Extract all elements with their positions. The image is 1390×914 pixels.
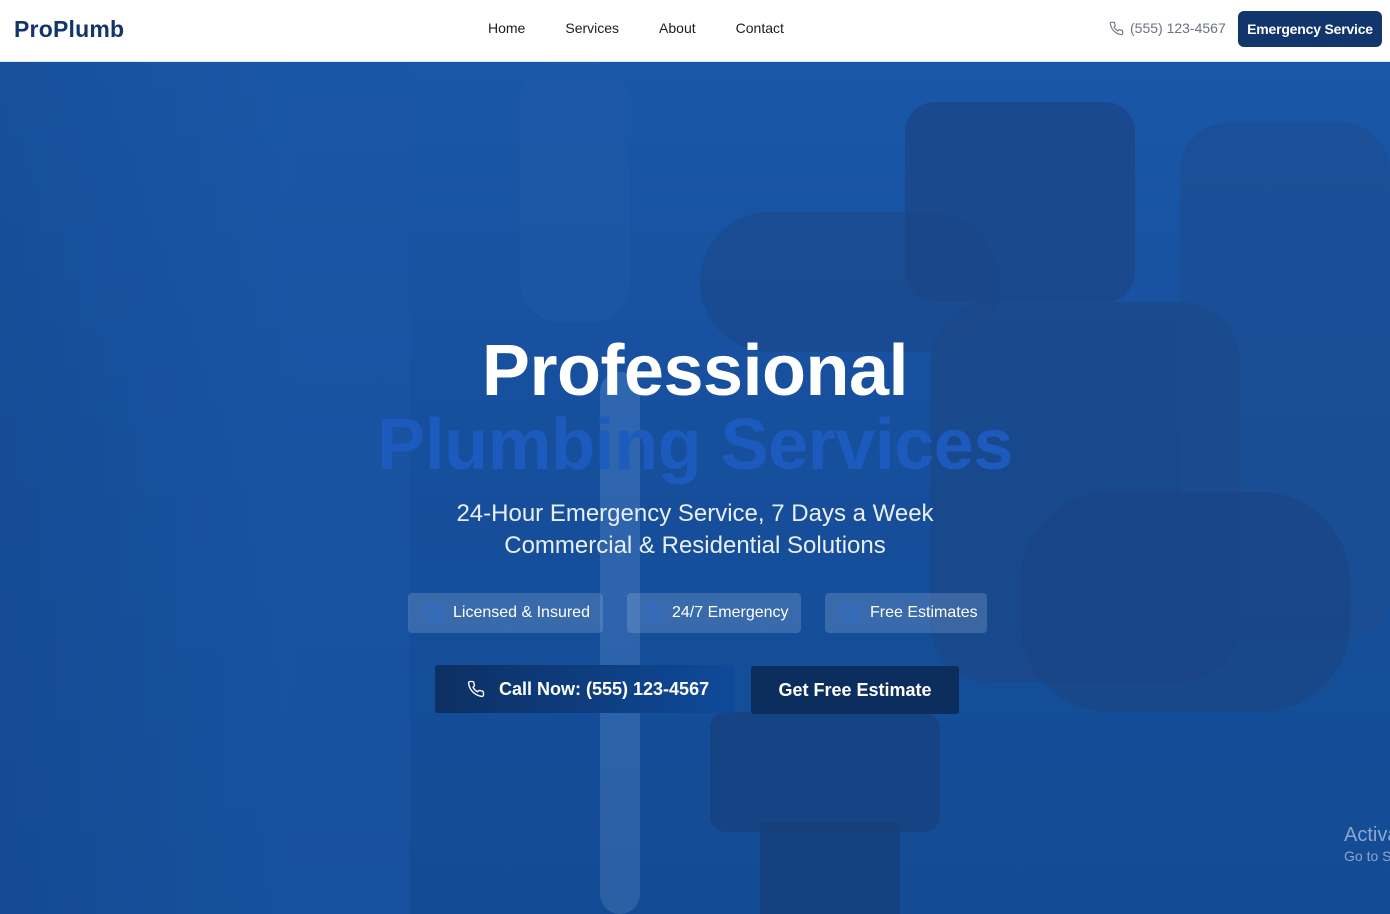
hero-subtitle-secondary: Commercial & Residential Solutions (504, 532, 886, 559)
call-now-button[interactable]: Call Now: (555) 123-4567 (435, 665, 735, 713)
site-header: ProPlumb Home Services About Contact (55… (0, 0, 1390, 62)
phone-icon (1109, 21, 1124, 35)
phone-icon (467, 680, 485, 698)
badge-licensed: Licensed & Insured (408, 593, 603, 633)
emergency-service-button[interactable]: Emergency Service (1238, 11, 1382, 47)
clock-icon (642, 603, 662, 623)
logo[interactable]: ProPlumb (14, 16, 124, 43)
hero-title: Professional (481, 331, 909, 411)
nav-services[interactable]: Services (565, 20, 619, 36)
nav-home[interactable]: Home (488, 20, 525, 36)
hero-title-highlight: Plumbing Services (377, 405, 1013, 485)
badge-emergency-label: 24/7 Emergency (672, 604, 789, 621)
check-circle-icon (423, 603, 443, 623)
nav-contact[interactable]: Contact (736, 20, 784, 36)
main-nav: Home Services About Contact (488, 20, 784, 36)
get-free-estimate-button[interactable]: Get Free Estimate (751, 666, 959, 714)
activate-windows-watermark: Activate Windows Go to Settings to activ… (1344, 822, 1390, 882)
call-now-label: Call Now: (555) 123-4567 (499, 678, 710, 699)
badge-estimates-label: Free Estimates (870, 604, 978, 621)
hero-subtitle: 24-Hour Emergency Service, 7 Days a Week (456, 500, 934, 527)
badge-emergency: 24/7 Emergency (627, 593, 801, 633)
hero-section: Professional Plumbing Services 24-Hour E… (0, 62, 1390, 914)
check-circle-icon (840, 603, 860, 623)
nav-about[interactable]: About (659, 20, 696, 36)
activate-windows-hint: Go to Settings to activate Windows. (1344, 848, 1390, 864)
badge-estimates: Free Estimates (825, 593, 987, 633)
header-phone-number: (555) 123-4567 (1130, 20, 1226, 36)
header-phone[interactable]: (555) 123-4567 (1109, 20, 1226, 36)
activate-windows-title: Activate Windows (1344, 824, 1390, 846)
badge-licensed-label: Licensed & Insured (453, 604, 590, 621)
